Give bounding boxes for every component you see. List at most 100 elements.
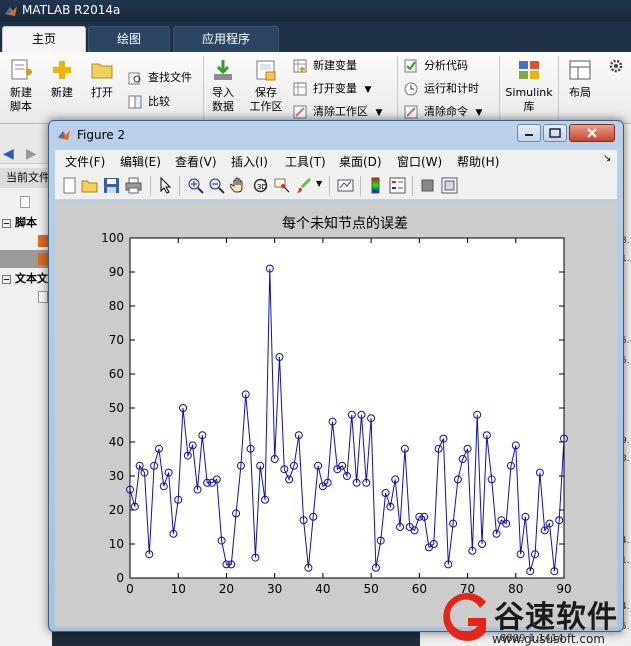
new-figure-icon[interactable] [61, 177, 78, 194]
new-variable-label: 新建变量 [313, 59, 357, 72]
close-icon [587, 128, 597, 138]
ribbon-toolbar: 新建 脚本 新建 打开 查找文件 比较 导入 数据 保存 工作区 新建变量 打开… [0, 52, 631, 124]
tree-section-text[interactable]: − 文本文 [0, 270, 52, 288]
hide-plot-tools-icon[interactable] [419, 177, 436, 194]
plot-area[interactable]: 每个未知节点的误差 0 10 20 30 40 50 60 70 80 90 0 10 20 30 40 5… [55, 201, 617, 627]
menu-insert[interactable]: 插入(I) [231, 153, 268, 170]
menu-edit[interactable]: 编辑(E) [120, 153, 161, 170]
tab-apps[interactable]: 应用程序 [173, 26, 279, 52]
menu-desktop[interactable]: 桌面(D) [339, 153, 382, 170]
toolbar-separator [150, 176, 151, 196]
clear-workspace-dropdown-icon[interactable]: ▼ [376, 108, 383, 118]
menu-help[interactable]: 帮助(H) [457, 153, 499, 170]
gususoft-g-logo-icon [443, 593, 486, 641]
tab-plots[interactable]: 绘图 [88, 26, 170, 52]
import-data-button[interactable]: 导入 数据 [205, 56, 241, 114]
text-file-icon [38, 291, 48, 303]
legend-icon[interactable] [389, 177, 406, 194]
x-tick-label: 30 [267, 582, 282, 596]
find-files-icon [128, 72, 141, 85]
simulink-icon [519, 61, 539, 79]
dock-arrow-icon[interactable]: ↘ [603, 153, 611, 164]
simulink-library-button[interactable]: Simulink 库 [503, 56, 555, 114]
file-row-icon [0, 196, 52, 214]
toolbar-separator [329, 176, 330, 196]
compare-icon [128, 95, 142, 109]
analyze-code-button[interactable]: 分析代码 [402, 56, 468, 76]
app-titlebar: MATLAB R2014a [0, 0, 631, 22]
menu-window[interactable]: 窗口(W) [397, 153, 442, 170]
save-workspace-label-1: 保存 [255, 86, 277, 99]
svg-text:3D: 3D [257, 183, 267, 191]
ribbon-tabstrip: 主页 绘图 应用程序 [0, 22, 631, 52]
new-button[interactable]: 新建 [44, 56, 80, 100]
compare-button[interactable]: 比较 [126, 92, 170, 112]
run-and-time-button[interactable]: 运行和计时 [402, 79, 479, 99]
rotate-3d-icon[interactable]: 3D [252, 177, 269, 194]
maximize-button[interactable] [543, 124, 567, 142]
colorbar-icon[interactable] [367, 177, 384, 194]
brush-dropdown-icon[interactable]: ▼ [316, 179, 322, 188]
menu-file[interactable]: 文件(F) [65, 153, 105, 170]
pan-hand-icon[interactable] [230, 177, 247, 194]
current-folder-label: 当前文件 [0, 168, 52, 188]
script-file-icon [38, 253, 48, 265]
data-cursor-icon[interactable] [274, 177, 291, 194]
zoom-out-icon[interactable] [208, 177, 225, 194]
zoom-in-icon[interactable] [187, 177, 204, 194]
layout-button[interactable]: 布局 [562, 56, 598, 100]
x-tick-label: 60 [412, 582, 427, 596]
menu-view[interactable]: 查看(V) [175, 153, 217, 170]
toolbar-separator [360, 176, 361, 196]
tab-home[interactable]: 主页 [2, 26, 86, 52]
tree-section-scripts[interactable]: − 脚本 [0, 214, 52, 232]
navigation-row: ◀ ▶ [0, 124, 52, 164]
error-line-chart[interactable]: 每个未知节点的误差 0 10 20 30 40 50 60 70 80 90 0 10 20 30 40 5… [55, 201, 617, 627]
compare-label: 比较 [148, 95, 170, 108]
forward-arrow-icon[interactable]: ▶ [26, 146, 37, 162]
minimize-button[interactable] [517, 124, 541, 142]
clear-commands-dropdown-icon[interactable]: ▼ [476, 108, 483, 118]
run-and-time-label: 运行和计时 [424, 82, 479, 95]
clear-commands-button[interactable]: 清除命令 ▼ [402, 102, 482, 122]
brush-icon[interactable] [296, 177, 313, 194]
clear-workspace-button[interactable]: 清除工作区 ▼ [291, 102, 382, 122]
open-button[interactable]: 打开 [84, 56, 120, 100]
print-icon[interactable] [125, 177, 142, 194]
new-script-label-1: 新建 [10, 86, 32, 99]
menu-tools[interactable]: 工具(T) [285, 153, 326, 170]
figure-titlebar[interactable]: Figure 2 [49, 121, 623, 149]
new-variable-button[interactable]: 新建变量 [291, 56, 357, 76]
text-file-row[interactable] [0, 288, 52, 306]
open-variable-icon [293, 82, 307, 96]
figure-menubar: 文件(F) 编辑(E) 查看(V) 插入(I) 工具(T) 桌面(D) 窗口(W… [55, 150, 617, 172]
watermark-url: www.gususoft.com [492, 632, 605, 646]
save-workspace-button[interactable]: 保存 工作区 [246, 56, 286, 114]
close-button[interactable] [569, 124, 615, 142]
collapse-icon[interactable]: − [2, 219, 11, 228]
new-script-button[interactable]: 新建 脚本 [3, 56, 39, 114]
folder-open-icon [91, 63, 113, 79]
script-file-row[interactable] [0, 232, 52, 250]
simulink-label-2: 库 [523, 100, 535, 113]
open-file-icon[interactable] [81, 177, 98, 194]
y-tick-label: 10 [109, 537, 124, 551]
preferences-gear-icon[interactable] [608, 58, 624, 74]
save-icon[interactable] [103, 177, 120, 194]
matlab-logo-icon [5, 6, 17, 16]
link-plot-icon[interactable] [337, 177, 354, 194]
x-tick-label: 40 [315, 582, 330, 596]
open-variable-dropdown-icon[interactable]: ▼ [365, 85, 372, 95]
ribbon-divider [499, 56, 500, 120]
matlab-logo-icon [58, 130, 70, 140]
find-files-button[interactable]: 查找文件 [126, 68, 192, 88]
back-arrow-icon[interactable]: ◀ [3, 146, 14, 162]
show-plot-tools-icon[interactable] [441, 177, 458, 194]
pointer-icon[interactable] [157, 177, 174, 194]
script-file-row-selected[interactable] [0, 250, 52, 268]
open-variable-button[interactable]: 打开变量 ▼ [291, 79, 371, 99]
figure-window[interactable]: Figure 2 文件(F) 编辑(E) 查看(V) 插入(I) 工具(T) 桌… [48, 120, 624, 632]
toolbar-separator [412, 176, 413, 196]
x-tick-label: 20 [219, 582, 234, 596]
collapse-icon[interactable]: − [2, 275, 11, 284]
